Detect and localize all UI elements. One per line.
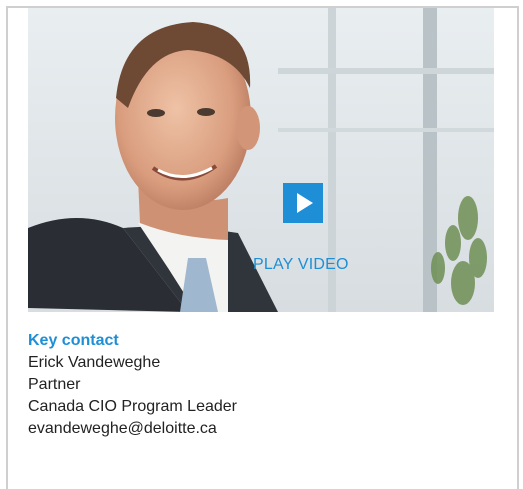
contact-role: Canada CIO Program Leader (28, 398, 237, 415)
contact-title: Partner (28, 376, 81, 393)
key-contact-section: Key contact Erick Vandeweghe Partner Can… (28, 330, 237, 440)
contact-name: Erick Vandeweghe (28, 354, 161, 371)
play-button[interactable] (283, 183, 323, 223)
video-thumbnail[interactable]: PLAY VIDEO (28, 8, 494, 312)
contact-email[interactable]: evandeweghe@deloitte.ca (28, 418, 237, 440)
key-contact-heading: Key contact (28, 332, 119, 349)
play-video-label[interactable]: PLAY VIDEO (253, 256, 349, 274)
play-icon (297, 193, 313, 213)
